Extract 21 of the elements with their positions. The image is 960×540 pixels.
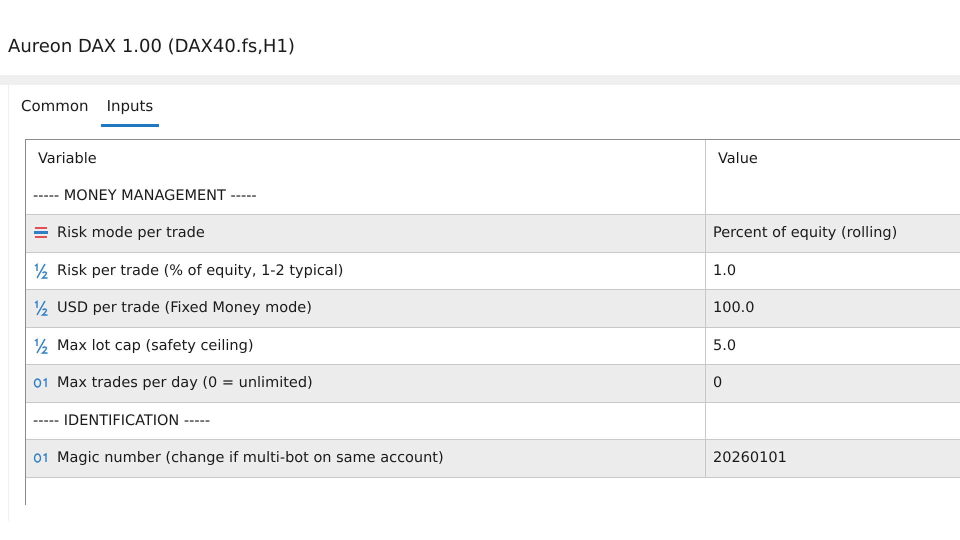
variable-name: Max lot cap (safety ceiling) — [57, 338, 254, 354]
variable-value[interactable]: 20260101 — [713, 450, 787, 466]
variable-value[interactable]: Percent of equity (rolling) — [713, 225, 898, 242]
variable-value[interactable]: 100.0 — [713, 300, 755, 316]
tab[interactable]: Inputs — [100, 89, 160, 127]
fraction-icon — [33, 262, 49, 279]
variable-name: Risk per trade (% of equity, 1-2 typical) — [57, 262, 344, 279]
variable-name: Magic number (change if multi-bot on same account) — [57, 450, 444, 466]
variable-name: USD per trade (Fixed Money mode) — [57, 300, 312, 316]
tab[interactable]: Common — [15, 89, 95, 127]
variable-value[interactable]: 1.0 — [713, 262, 736, 279]
variable-value[interactable]: 0 — [713, 375, 722, 392]
column-header: Value — [717, 150, 759, 169]
fraction-icon — [33, 338, 49, 354]
window-title: Aureon DAX 1.00 (DAX40.fs,H1) — [7, 35, 296, 59]
section-label: ----- MONEY MANAGEMENT ----- — [33, 188, 257, 204]
section-label: ----- IDENTIFICATION ----- — [33, 412, 210, 429]
variable-name: Risk mode per trade — [57, 225, 205, 242]
fraction-icon — [33, 300, 49, 316]
variable-value[interactable]: 5.0 — [713, 338, 736, 354]
variable-name: Max trades per day (0 = unlimited) — [57, 375, 313, 392]
